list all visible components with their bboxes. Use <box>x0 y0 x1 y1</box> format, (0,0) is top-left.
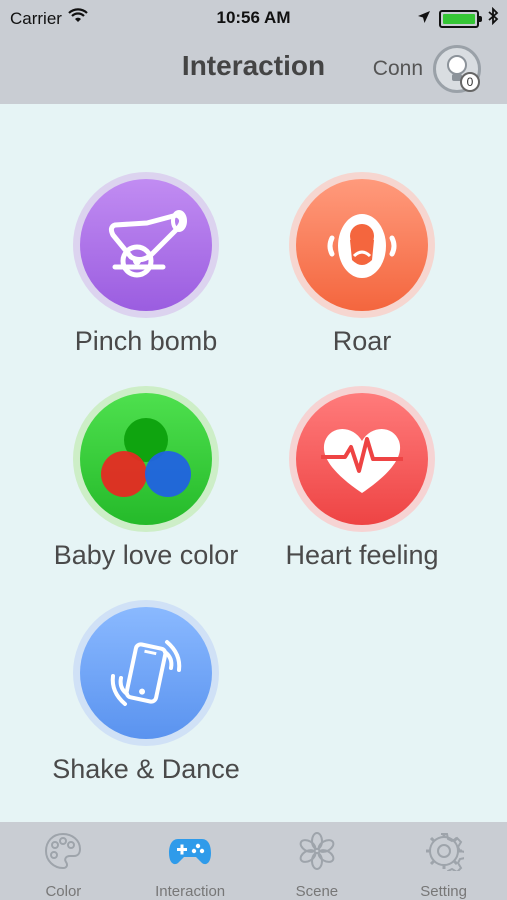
flower-icon <box>295 830 339 871</box>
palette-icon <box>41 830 85 871</box>
battery-icon <box>439 9 482 28</box>
item-label: Heart feeling <box>285 540 439 570</box>
location-arrow-icon <box>417 9 431 29</box>
nav-bar: Interaction Conn 0 <box>0 36 507 104</box>
tab-label: Interaction <box>155 883 226 900</box>
lightbulb-icon: 0 <box>433 45 481 93</box>
connection-count-badge: 0 <box>460 72 480 92</box>
tab-label: Setting <box>420 883 467 900</box>
tab-setting[interactable]: Setting <box>380 822 507 900</box>
rgb-circles-icon <box>80 393 212 525</box>
item-baby-love-color[interactable]: Baby love color <box>36 386 256 571</box>
heartbeat-icon <box>296 393 428 525</box>
tab-interaction[interactable]: Interaction <box>127 822 254 900</box>
tab-color[interactable]: Color <box>0 822 127 900</box>
phone-shake-icon <box>80 607 212 739</box>
gear-icon <box>422 830 466 871</box>
item-roar[interactable]: Roar <box>252 172 472 357</box>
connect-button[interactable]: Conn 0 <box>373 45 481 93</box>
item-label: Roar <box>332 326 392 356</box>
item-label: Pinch bomb <box>74 326 218 356</box>
roar-face-icon <box>296 179 428 311</box>
cannon-icon <box>80 179 212 311</box>
tab-bar: Color Interaction Scene Setting <box>0 822 507 900</box>
tab-scene[interactable]: Scene <box>254 822 381 900</box>
item-shake-and-dance[interactable]: Shake & Dance <box>36 600 256 785</box>
tab-label: Color <box>45 883 82 900</box>
status-bar: Carrier 10:56 AM <box>0 0 507 36</box>
gamepad-icon <box>168 830 212 871</box>
bluetooth-icon <box>487 6 499 30</box>
item-label: Baby love color <box>53 540 239 570</box>
connect-label: Conn <box>372 57 423 80</box>
item-heart-feeling[interactable]: Heart feeling <box>252 386 472 571</box>
item-label: Shake & Dance <box>52 754 240 784</box>
item-pinch-bomb[interactable]: Pinch bomb <box>36 172 256 357</box>
tab-label: Scene <box>295 883 339 900</box>
